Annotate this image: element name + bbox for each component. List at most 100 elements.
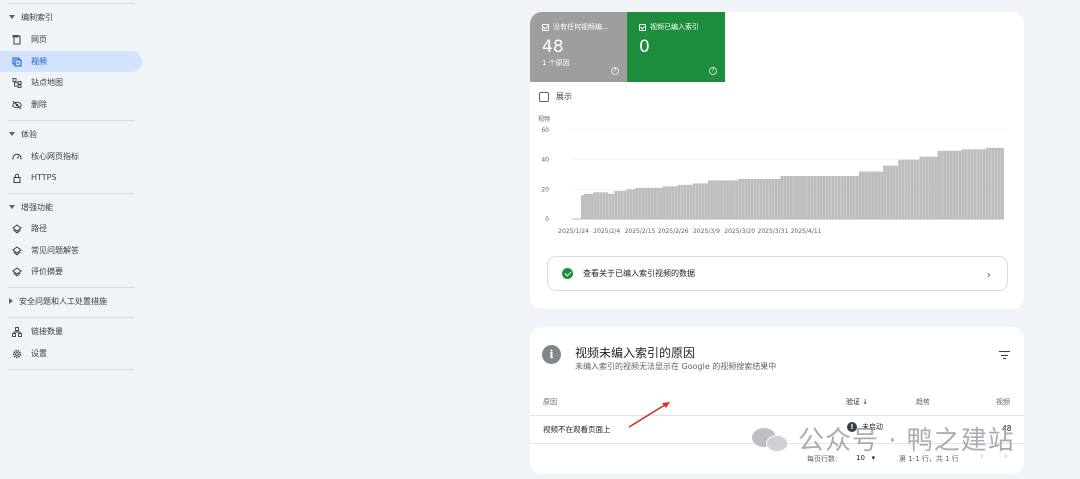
bar xyxy=(892,165,896,219)
sidebar-item-breadcrumbs[interactable]: 路径 xyxy=(0,218,142,239)
sidebar-item-faq[interactable]: 常见问题解答 xyxy=(0,240,142,261)
sidebar-item-review-snippets[interactable]: 评价摘要 xyxy=(0,261,142,282)
chevron-right-icon: › xyxy=(986,268,991,281)
help-icon[interactable]: ? xyxy=(709,67,717,75)
bar xyxy=(792,175,796,219)
filter-icon[interactable] xyxy=(999,351,1010,362)
bar xyxy=(611,193,615,219)
bar xyxy=(713,180,717,219)
col-validation[interactable]: 验证 ↓ xyxy=(846,397,868,407)
bar xyxy=(765,178,769,219)
bar xyxy=(810,175,814,219)
lock-icon xyxy=(12,173,22,183)
bar xyxy=(587,193,590,219)
bar xyxy=(732,180,735,219)
bar xyxy=(852,175,856,219)
sidebar-item-https[interactable]: HTTPS xyxy=(0,167,142,188)
bar xyxy=(629,189,633,219)
collapse-icon xyxy=(9,15,15,19)
bar xyxy=(928,156,932,219)
bar xyxy=(865,171,868,219)
bar xyxy=(686,184,690,219)
bar xyxy=(593,192,597,219)
bar xyxy=(901,159,905,219)
section-security[interactable]: 安全问题和人工处置措施 xyxy=(0,291,142,311)
col-videos[interactable]: 视频 xyxy=(996,397,1010,407)
gauge-icon xyxy=(12,152,22,162)
section-indexing[interactable]: 编制索引 xyxy=(0,7,142,27)
sidebar-item-pages[interactable]: 网页 xyxy=(0,29,142,50)
bar xyxy=(949,150,953,219)
bar xyxy=(925,156,929,219)
y-tick-label: 0 xyxy=(545,216,549,223)
row-reason[interactable]: 视频不在观看页面上 xyxy=(543,424,611,435)
x-tick-label: 2025/3/31 xyxy=(758,228,789,235)
bar xyxy=(614,190,618,219)
bar xyxy=(753,178,757,219)
wechat-logo-icon xyxy=(752,424,790,454)
bar xyxy=(777,178,781,219)
bar xyxy=(822,175,826,219)
bar xyxy=(650,187,654,219)
section-enhancements[interactable]: 增强功能 xyxy=(0,197,142,217)
x-tick-label: 2025/2/15 xyxy=(625,228,656,235)
bar xyxy=(674,186,678,219)
not-indexed-reasons: 1 个原因 xyxy=(542,59,570,67)
bar xyxy=(756,178,760,219)
bar xyxy=(783,175,787,219)
view-indexed-videos-link[interactable]: 查看关于已编入索引视频的数据 › xyxy=(547,256,1008,291)
bar xyxy=(741,178,745,219)
sidebar-item-sitemaps[interactable]: 站点地图 xyxy=(0,72,142,93)
bar xyxy=(828,175,832,219)
x-tick-label: 2025/2/26 xyxy=(658,228,689,235)
x-tick-label: 2025/3/20 xyxy=(724,228,755,235)
bar xyxy=(1000,147,1004,219)
checkbox-icon[interactable] xyxy=(542,23,549,31)
bar xyxy=(970,149,974,219)
bar xyxy=(720,180,723,219)
bar xyxy=(710,180,714,219)
sidebar-item-videos[interactable]: 视频 xyxy=(0,51,142,72)
bar xyxy=(910,159,914,219)
not-indexed-tile[interactable]: 没有任何视频编... 48 1 个原因 ? xyxy=(530,12,627,82)
reasons-subtitle: 未编入索引的视频无法显示在 Google 的视频搜索结果中 xyxy=(575,362,777,371)
checkbox-icon[interactable] xyxy=(639,23,646,31)
sidebar-item-removals[interactable]: 删除 xyxy=(0,94,142,115)
bar xyxy=(831,175,835,219)
bar xyxy=(979,149,983,219)
bar xyxy=(786,175,790,219)
bar xyxy=(913,159,917,219)
bar xyxy=(584,193,587,219)
layers-icon xyxy=(12,245,22,256)
bar xyxy=(695,183,699,219)
bar xyxy=(590,193,593,219)
bar xyxy=(813,175,817,219)
bar xyxy=(940,150,944,219)
show-impressions-toggle[interactable]: 展示 xyxy=(539,91,572,102)
bar xyxy=(768,178,772,219)
y-tick-label: 20 xyxy=(541,186,549,193)
checkbox-icon[interactable] xyxy=(539,91,549,102)
bar xyxy=(789,175,793,219)
col-reason[interactable]: 原因 xyxy=(543,397,557,407)
bar xyxy=(846,175,850,219)
help-icon[interactable]: ? xyxy=(611,67,619,75)
x-tick-label: 2025/1/24 xyxy=(558,228,589,235)
bar xyxy=(653,187,657,219)
video-count-chart: 视频02040602025/1/24 2025/2/4 2025/2/15 2025/… xyxy=(538,115,1004,235)
bar xyxy=(840,175,844,219)
indexed-tile[interactable]: 视频已编入索引 0 ? xyxy=(627,12,725,82)
section-experience[interactable]: 体验 xyxy=(0,124,142,144)
bar xyxy=(680,184,684,219)
sidebar-item-settings[interactable]: 设置 xyxy=(0,343,142,364)
sidebar-item-links[interactable]: 链接数量 xyxy=(0,321,142,342)
bar xyxy=(871,171,874,219)
bar xyxy=(626,189,630,219)
bar xyxy=(729,180,732,219)
bar xyxy=(647,187,651,219)
bar xyxy=(886,165,890,219)
sidebar-item-core-web-vitals[interactable]: 核心网页指标 xyxy=(0,146,142,167)
collapse-icon xyxy=(9,132,15,136)
col-trend[interactable]: 趋势 xyxy=(916,397,930,407)
video-index-card: 没有任何视频编... 48 1 个原因 ? 视频已编入索引 0 ? 展示 视频 0… xyxy=(530,12,1024,309)
